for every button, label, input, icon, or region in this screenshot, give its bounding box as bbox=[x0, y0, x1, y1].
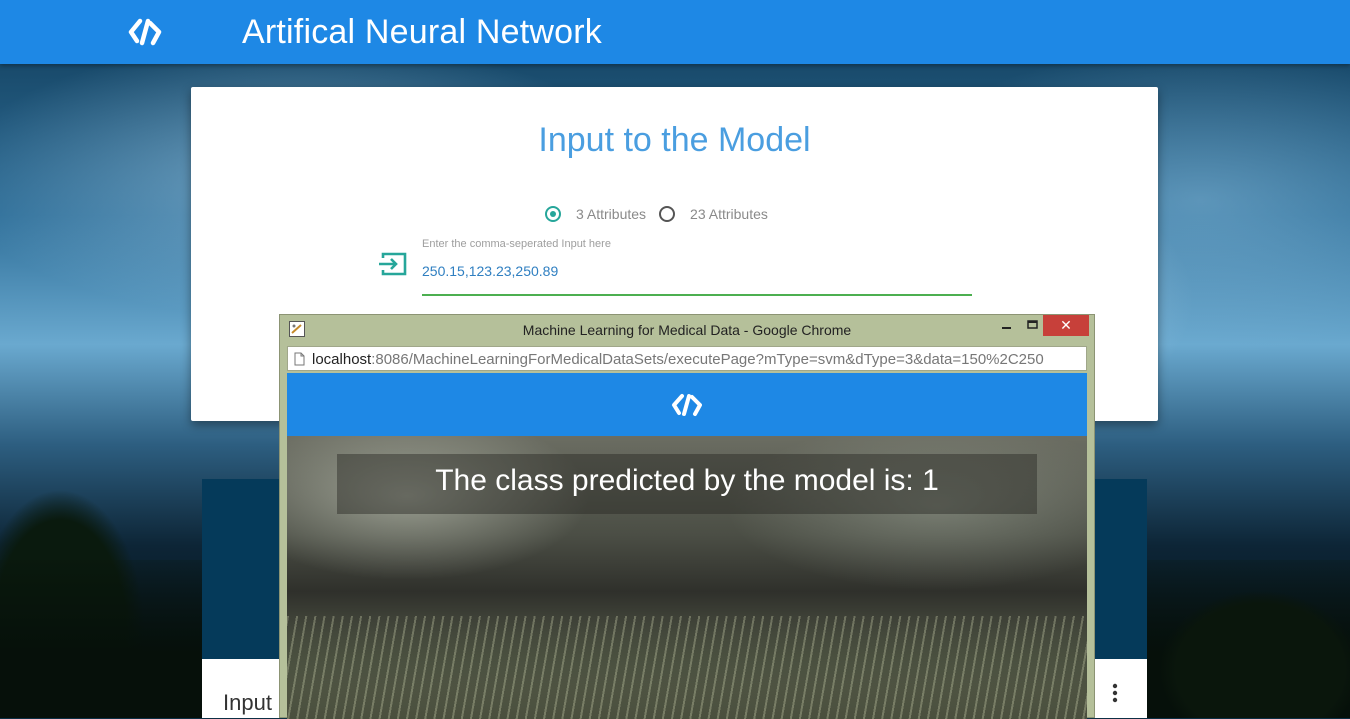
radio-23-attributes[interactable] bbox=[659, 206, 676, 222]
input-underline bbox=[422, 294, 972, 296]
radio-3-attributes-label[interactable]: 3 Attributes bbox=[576, 206, 646, 222]
input-field-label: Enter the comma-seperated Input here bbox=[422, 238, 611, 250]
app-title: Artifical Neural Network bbox=[242, 13, 603, 51]
background-tree-right bbox=[1150, 560, 1350, 718]
grass-foreground bbox=[287, 616, 1087, 719]
page-icon bbox=[294, 352, 305, 366]
attributes-input-field[interactable]: 250.15,123.23,250.89 bbox=[422, 263, 558, 279]
code-logo-icon[interactable] bbox=[671, 393, 703, 417]
close-window-button[interactable]: ✕ bbox=[1043, 315, 1089, 336]
address-url[interactable]: localhost:8086/MachineLearningForMedical… bbox=[312, 351, 1044, 368]
url-path: :8086/MachineLearningForMedicalDataSets/… bbox=[371, 351, 1044, 368]
minimize-icon[interactable] bbox=[996, 317, 1018, 335]
input-arrow-icon bbox=[379, 252, 407, 276]
radio-23-attributes-label[interactable]: 23 Attributes bbox=[690, 206, 768, 222]
radio-3-attributes[interactable] bbox=[545, 206, 561, 222]
window-titlebar[interactable]: Machine Learning for Medical Data - Goog… bbox=[280, 315, 1094, 345]
popup-app-bar bbox=[287, 373, 1087, 436]
app-bar: Artifical Neural Network bbox=[0, 0, 1350, 64]
card-heading: Input to the Model bbox=[538, 121, 811, 159]
window-title: Machine Learning for Medical Data - Goog… bbox=[522, 322, 852, 338]
chrome-popup-window: Machine Learning for Medical Data - Goog… bbox=[279, 314, 1095, 719]
popup-page-content: The class predicted by the model is: 1 bbox=[287, 373, 1087, 719]
more-vert-icon[interactable] bbox=[1111, 683, 1119, 703]
maximize-icon[interactable] bbox=[1022, 317, 1044, 335]
grass-background-photo: The class predicted by the model is: 1 bbox=[287, 436, 1087, 719]
attribute-radio-group: 3 Attributes 23 Attributes bbox=[545, 204, 781, 224]
panel-label: Input bbox=[223, 690, 272, 715]
prediction-result-text: The class predicted by the model is: 1 bbox=[435, 464, 939, 497]
code-logo-icon[interactable] bbox=[127, 17, 163, 47]
url-host: localhost bbox=[312, 351, 372, 368]
address-bar[interactable]: localhost:8086/MachineLearningForMedical… bbox=[287, 346, 1087, 371]
